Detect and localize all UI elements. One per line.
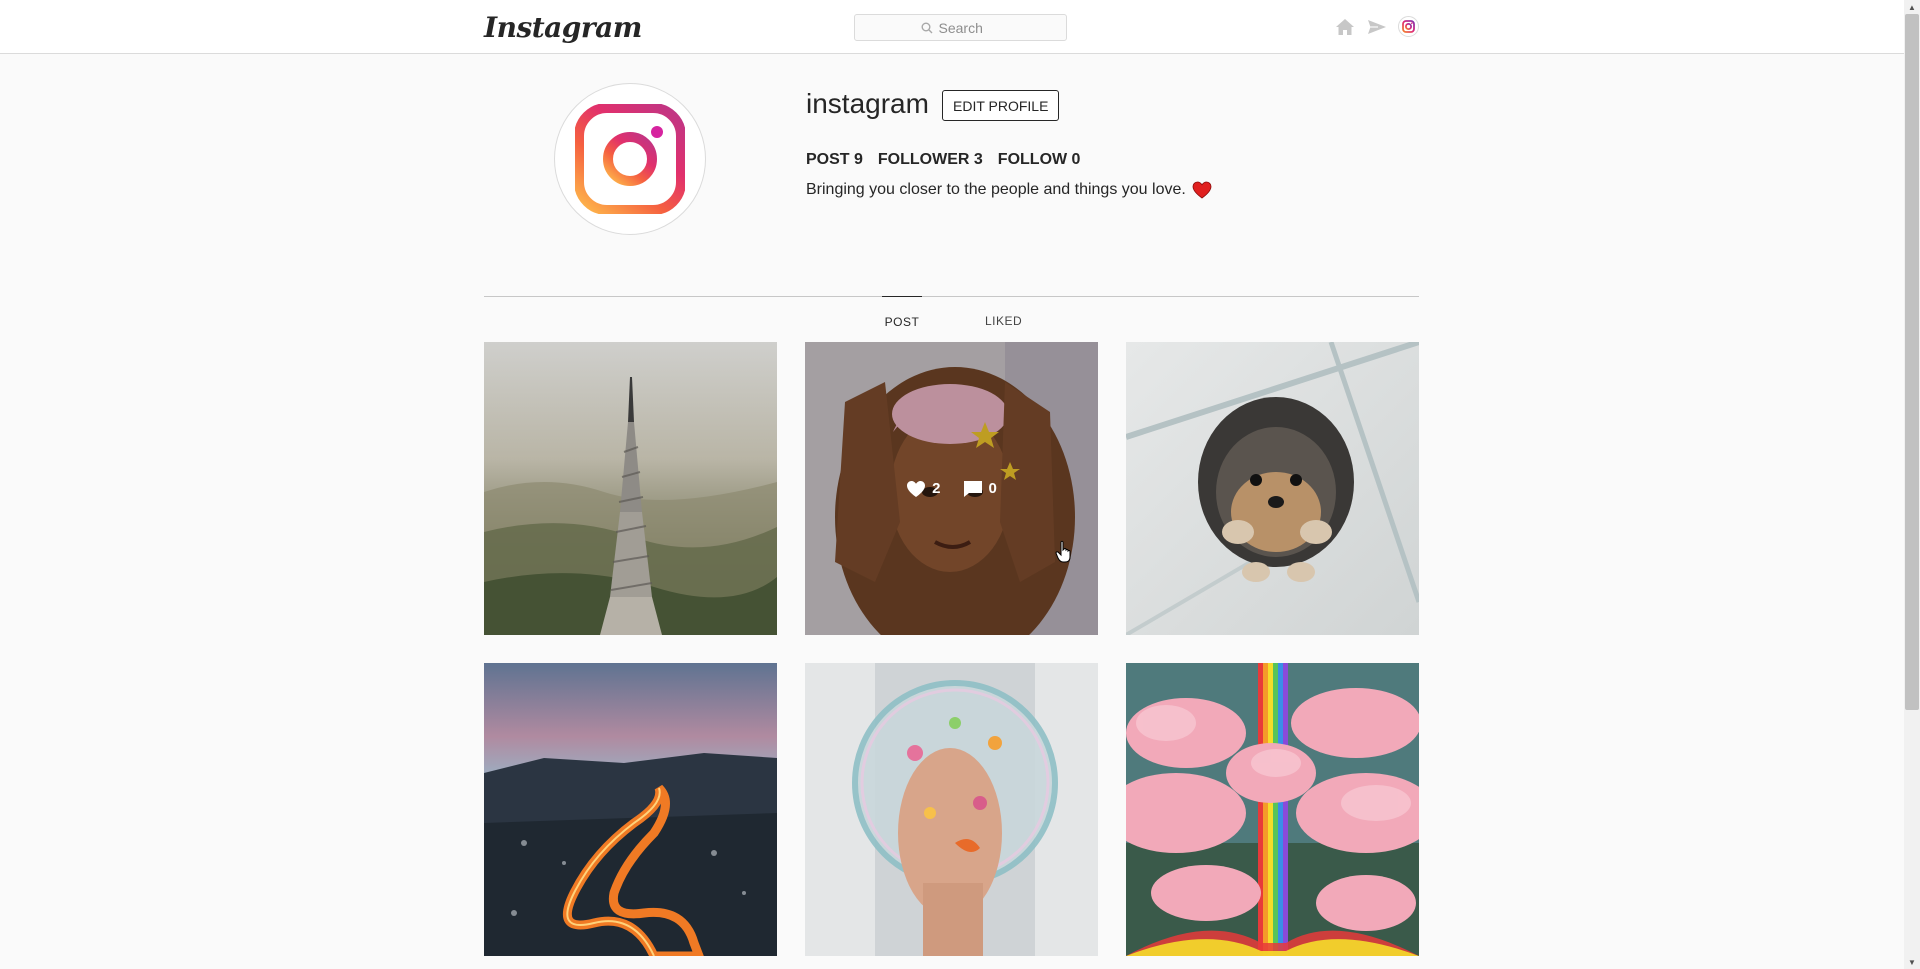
heart-emoji-icon [1192,181,1212,199]
post-thumbnail-pagoda[interactable] [484,342,777,635]
post-hover-overlay[interactable]: 2 0 [805,342,1098,635]
likes-count: 2 [932,480,941,497]
tabs-divider [484,296,1419,297]
direct-message-icon[interactable] [1366,16,1387,37]
post-thumbnail-rainbow[interactable] [1126,663,1419,956]
heart-icon [907,480,926,497]
search-box[interactable] [854,14,1067,41]
home-icon[interactable] [1334,16,1355,37]
post-count[interactable]: POST 9 [806,151,863,169]
comments-stat: 0 [963,480,997,498]
comments-count: 0 [988,480,997,497]
likes-stat: 2 [906,480,941,498]
nav-icons [1334,16,1419,37]
post-thumbnail-portrait[interactable]: 2 0 [805,342,1098,635]
profile-bio: Bringing you closer to the people and th… [806,181,1212,199]
page: Instagram Search instagram EDIT PROFILE … [0,0,1920,969]
tab-liked[interactable]: LIKED [985,296,1022,328]
post-image [805,663,1098,956]
scrollbar-thumb[interactable] [1905,14,1919,710]
instagram-profile-icon[interactable] [1398,16,1419,37]
follower-count[interactable]: FOLLOWER 3 [878,151,983,169]
comment-icon [963,480,982,497]
post-image [484,663,777,956]
search-icon [921,22,932,33]
follow-count[interactable]: FOLLOW 0 [998,151,1081,169]
post-thumbnail-road[interactable] [484,663,777,956]
instagram-logo-icon [575,104,685,214]
post-thumbnail-bubble[interactable] [805,663,1098,956]
scroll-up-arrow-icon[interactable]: ▲ [1904,0,1920,14]
profile-avatar[interactable] [554,83,706,235]
post-image [1126,342,1419,635]
profile-stats: POST 9 FOLLOWER 3 FOLLOW 0 [806,151,1080,169]
search-input[interactable] [938,19,1001,36]
post-image [484,342,777,635]
profile-username: instagram [806,88,929,119]
tab-post[interactable]: POST [882,296,922,329]
hand-cursor-icon [1055,540,1071,563]
bio-text: Bringing you closer to the people and th… [806,181,1186,198]
top-navigation-bar: Instagram [0,0,1904,54]
edit-profile-button[interactable]: EDIT PROFILE [942,90,1060,121]
instagram-logo[interactable]: Instagram [484,11,642,44]
scroll-down-arrow-icon[interactable]: ▼ [1904,955,1920,969]
post-thumbnail-dog[interactable] [1126,342,1419,635]
post-image [1126,663,1419,956]
